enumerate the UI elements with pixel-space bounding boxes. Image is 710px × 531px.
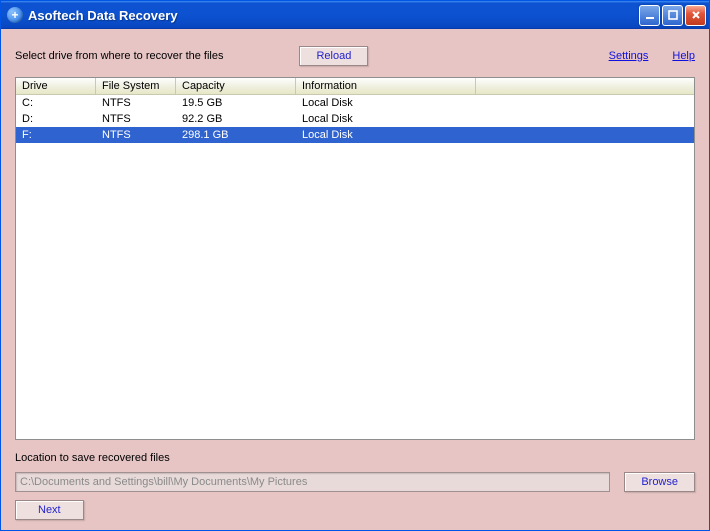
header-file-system[interactable]: File System	[96, 78, 176, 94]
cell-fs: NTFS	[96, 129, 176, 141]
window-title: Asoftech Data Recovery	[28, 8, 639, 23]
cell-fs: NTFS	[96, 97, 176, 109]
cell-info: Local Disk	[296, 97, 476, 109]
column-headers: Drive File System Capacity Information	[16, 78, 694, 95]
header-blank	[476, 78, 694, 94]
maximize-button[interactable]	[662, 5, 683, 26]
content-area: Select drive from where to recover the f…	[1, 29, 709, 530]
settings-link[interactable]: Settings	[609, 50, 649, 62]
help-link[interactable]: Help	[672, 50, 695, 62]
browse-button[interactable]: Browse	[624, 472, 695, 492]
drive-list: Drive File System Capacity Information C…	[15, 77, 695, 440]
cell-drive: F:	[16, 129, 96, 141]
prompt-label: Select drive from where to recover the f…	[15, 50, 223, 62]
app-window: + Asoftech Data Recovery Select drive fr…	[0, 0, 710, 531]
cell-fs: NTFS	[96, 113, 176, 125]
cell-info: Local Disk	[296, 129, 476, 141]
cell-info: Local Disk	[296, 113, 476, 125]
titlebar: + Asoftech Data Recovery	[1, 1, 709, 29]
app-icon: +	[7, 7, 23, 23]
cell-drive: D:	[16, 113, 96, 125]
cell-drive: C:	[16, 97, 96, 109]
cell-capacity: 298.1 GB	[176, 129, 296, 141]
footer-buttons: Next	[15, 500, 695, 520]
save-path-input[interactable]	[15, 472, 610, 492]
drive-rows: C:NTFS19.5 GBLocal DiskD:NTFS92.2 GBLoca…	[16, 95, 694, 439]
minimize-button[interactable]	[639, 5, 660, 26]
window-controls	[639, 5, 706, 26]
drive-row[interactable]: C:NTFS19.5 GBLocal Disk	[16, 95, 694, 111]
header-information[interactable]: Information	[296, 78, 476, 94]
header-drive[interactable]: Drive	[16, 78, 96, 94]
header-capacity[interactable]: Capacity	[176, 78, 296, 94]
drive-row[interactable]: D:NTFS92.2 GBLocal Disk	[16, 111, 694, 127]
reload-button[interactable]: Reload	[299, 46, 368, 66]
cell-capacity: 92.2 GB	[176, 113, 296, 125]
cell-capacity: 19.5 GB	[176, 97, 296, 109]
drive-row[interactable]: F:NTFS298.1 GBLocal Disk	[16, 127, 694, 143]
close-button[interactable]	[685, 5, 706, 26]
next-button[interactable]: Next	[15, 500, 84, 520]
location-row: Browse	[15, 472, 695, 492]
top-toolbar: Select drive from where to recover the f…	[15, 43, 695, 69]
location-label: Location to save recovered files	[15, 452, 695, 464]
